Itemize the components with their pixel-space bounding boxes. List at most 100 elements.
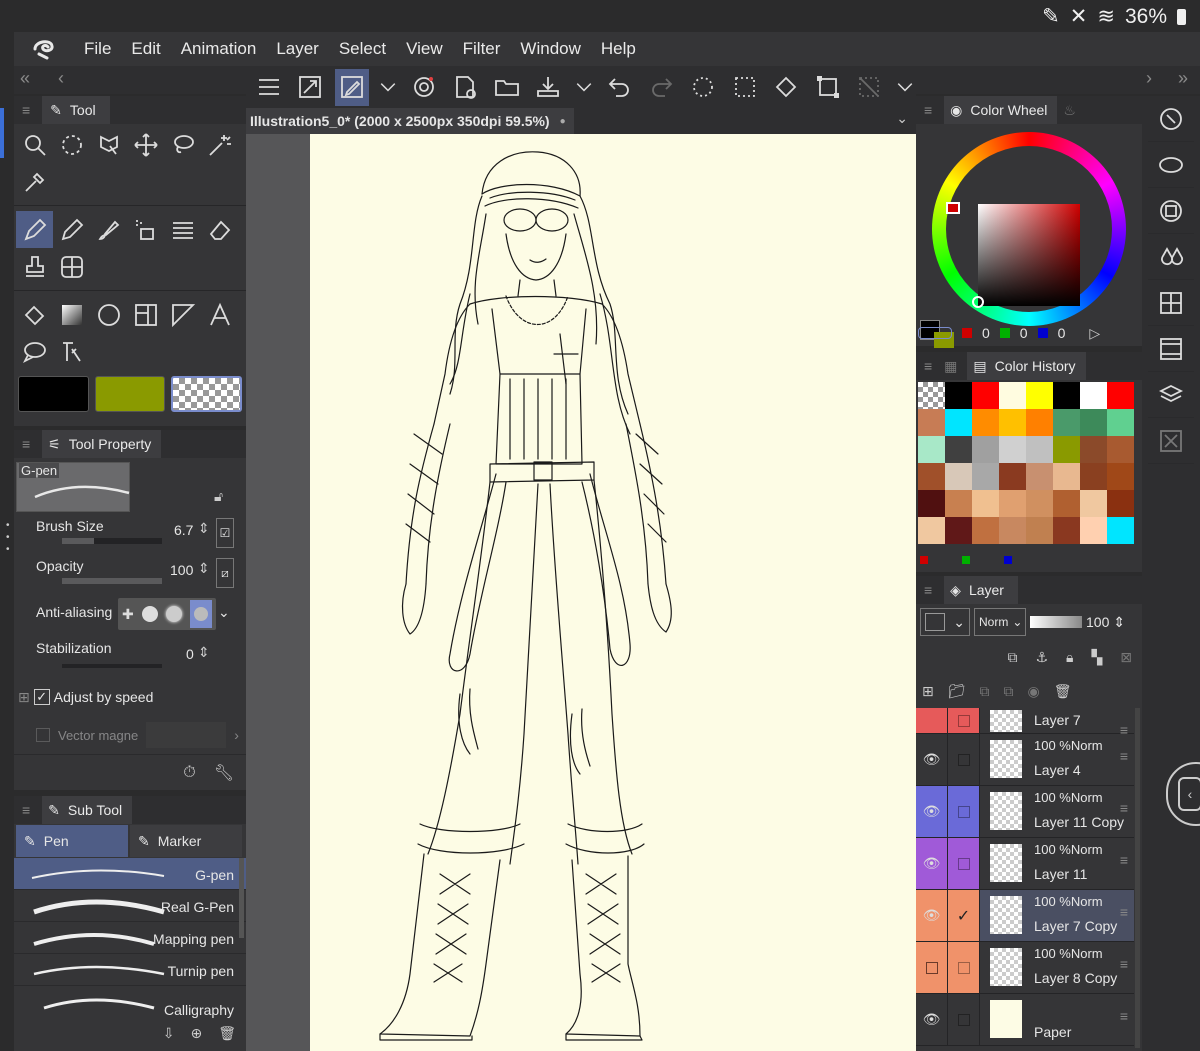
new-raster-layer-icon[interactable]: ⊞: [922, 683, 934, 700]
lock-icon[interactable]: 🔓︎: [214, 488, 223, 505]
history-color-swatch[interactable]: [1107, 382, 1134, 409]
layer-visibility-toggle[interactable]: 👁︎: [916, 994, 948, 1045]
sub-view-icon[interactable]: [1148, 142, 1194, 188]
history-color-swatch[interactable]: [972, 490, 999, 517]
aa-none-icon[interactable]: ✚: [122, 606, 134, 623]
chevron-down-icon[interactable]: [377, 69, 399, 106]
hue-marker[interactable]: [946, 202, 960, 214]
history-color-swatch[interactable]: [972, 517, 999, 544]
layers-rail-icon[interactable]: [1148, 372, 1194, 418]
brush-size-slider[interactable]: [62, 538, 162, 544]
color-slider-toggle[interactable]: [918, 327, 952, 339]
ruler-tool-icon[interactable]: [164, 296, 201, 333]
fill-tool-icon[interactable]: [16, 296, 53, 333]
opacity-slider[interactable]: [62, 578, 162, 584]
reference-layer-icon[interactable]: ⚓︎: [1035, 649, 1048, 666]
drag-handle-icon[interactable]: ≡: [1120, 956, 1128, 972]
panel-grip-icon[interactable]: ≡: [22, 802, 30, 818]
menu-window[interactable]: Window: [510, 39, 590, 59]
layer-visibility-toggle[interactable]: [916, 942, 948, 993]
color-set-tab-icon[interactable]: ♨: [1063, 102, 1076, 119]
vector-magnet-checkbox[interactable]: [36, 728, 50, 742]
history-color-swatch[interactable]: [972, 409, 999, 436]
new-file-icon[interactable]: [448, 69, 482, 106]
menu-icon[interactable]: [252, 69, 286, 106]
menu-file[interactable]: File: [74, 39, 121, 59]
menu-animation[interactable]: Animation: [171, 39, 267, 59]
duplicate-icon[interactable]: ⊕: [190, 1025, 202, 1042]
wrench-icon[interactable]: 🔧︎: [214, 763, 234, 783]
stepper-icon[interactable]: ⇕: [198, 520, 210, 537]
new-folder-icon[interactable]: 📁︎: [948, 683, 966, 700]
drag-handle-icon[interactable]: ≡: [1120, 1008, 1128, 1024]
history-color-swatch[interactable]: [999, 436, 1026, 463]
trash-icon[interactable]: 🗑︎: [218, 1025, 236, 1042]
history-color-swatch[interactable]: [1080, 463, 1107, 490]
panel-grip-icon[interactable]: ≡: [924, 358, 932, 374]
history-color-swatch[interactable]: [918, 409, 945, 436]
menu-select[interactable]: Select: [329, 39, 396, 59]
layer-visibility-toggle[interactable]: 👁︎: [916, 890, 948, 941]
layer-visibility-toggle[interactable]: [916, 708, 948, 733]
collapse-left-icon[interactable]: «: [20, 68, 30, 89]
chevron-down-icon[interactable]: ⌄: [896, 110, 908, 127]
eyedropper-icon[interactable]: [16, 163, 53, 200]
mask-icon[interactable]: ⊠: [1120, 649, 1132, 666]
history-color-swatch[interactable]: [1053, 490, 1080, 517]
layer-row[interactable]: 100 %Norm Layer 8 Copy ≡: [916, 942, 1134, 994]
drag-handle-icon[interactable]: ≡: [1120, 904, 1128, 920]
pen-tool-icon[interactable]: [16, 211, 53, 248]
pressure-toggle[interactable]: ☑: [216, 518, 234, 548]
layer-row[interactable]: Layer 7 ≡: [916, 708, 1134, 738]
move-tool-icon[interactable]: [127, 126, 164, 163]
blend-tool-icon[interactable]: [53, 248, 90, 285]
panel-grip-icon[interactable]: ≡: [22, 436, 30, 452]
scrollbar[interactable]: [239, 858, 244, 938]
history-color-swatch[interactable]: [1080, 436, 1107, 463]
tab-color-wheel[interactable]: ◉ Color Wheel: [944, 96, 1058, 124]
history-color-swatch[interactable]: [999, 517, 1026, 544]
history-color-swatch[interactable]: [1026, 382, 1053, 409]
history-color-swatch[interactable]: [918, 463, 945, 490]
layer-edit-toggle[interactable]: [948, 708, 980, 733]
green-value[interactable]: 0: [1020, 325, 1028, 341]
panel-grip-icon[interactable]: ≡: [924, 102, 932, 118]
redo-icon[interactable]: [645, 69, 679, 106]
material-icon[interactable]: [1148, 280, 1194, 326]
history-color-swatch[interactable]: [945, 409, 972, 436]
panel-grip-icon[interactable]: ≡: [22, 102, 30, 118]
layer-edit-toggle[interactable]: ✓: [948, 890, 980, 941]
chevron-left-icon[interactable]: ‹: [58, 68, 64, 89]
transfer-down-icon[interactable]: ⧉: [980, 683, 990, 700]
layer-opacity-slider[interactable]: [1030, 616, 1082, 628]
brush-item-calligraphy[interactable]: Calligraphy: [14, 986, 246, 1018]
sub-color-swatch[interactable]: [94, 376, 166, 412]
layer-row[interactable]: 👁︎ 100 %Norm Layer 4 ≡: [916, 734, 1134, 786]
color-mixing-icon[interactable]: [1148, 234, 1194, 280]
balloon-tool-icon[interactable]: [16, 333, 53, 370]
tab-tool-property[interactable]: ⚟ Tool Property: [42, 430, 162, 458]
layer-edit-toggle[interactable]: [948, 734, 980, 785]
layer-visibility-toggle[interactable]: 👁︎: [916, 838, 948, 889]
subtool-tab-pen[interactable]: ✎ Pen: [16, 825, 128, 857]
drag-handle-icon[interactable]: ≡: [1120, 852, 1128, 868]
pencil-tool-icon[interactable]: [53, 211, 90, 248]
saturation-value-square[interactable]: [978, 204, 1080, 306]
adjust-by-speed-checkbox[interactable]: ✓: [33, 689, 50, 705]
frame-tool-icon[interactable]: [127, 296, 164, 333]
layer-property-icon[interactable]: [1148, 418, 1194, 464]
zoom-tool-icon[interactable]: [16, 126, 53, 163]
stepper-icon[interactable]: ⇕: [198, 560, 210, 577]
history-color-swatch[interactable]: [1053, 436, 1080, 463]
history-color-swatch[interactable]: [945, 490, 972, 517]
history-color-swatch[interactable]: [945, 517, 972, 544]
lock-transparency-icon[interactable]: ▚: [1091, 649, 1102, 666]
history-color-swatch[interactable]: [1107, 490, 1134, 517]
history-color-swatch[interactable]: [1107, 409, 1134, 436]
tab-sub-tool[interactable]: ✎ Sub Tool: [42, 796, 133, 824]
open-folder-icon[interactable]: [490, 69, 524, 106]
layer-color-dropdown[interactable]: ⌄: [920, 608, 970, 636]
chevron-down-icon[interactable]: ⌄: [218, 604, 230, 621]
drag-handle-icon[interactable]: • • •: [6, 520, 10, 560]
history-color-swatch[interactable]: [1080, 409, 1107, 436]
